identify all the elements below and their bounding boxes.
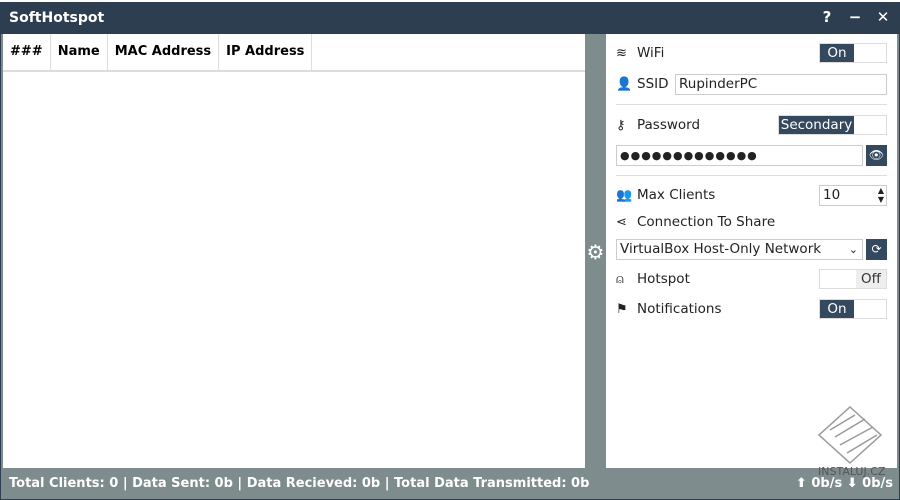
ssid-label: SSID (637, 76, 669, 92)
broadcast-icon: ⍝ (616, 271, 624, 287)
settings-panel: ≋ WiFi On 👤 SSID RupinderPC ⚷ Password S… (606, 34, 897, 468)
divider (616, 104, 887, 105)
status-summary: Total Clients: 0 | Data Sent: 0b | Data … (9, 476, 590, 491)
window-title: SoftHotspot (9, 10, 105, 26)
gear-icon[interactable]: ⚙ (586, 240, 605, 264)
wifi-row: ≋ WiFi On (616, 42, 887, 64)
hotspot-label: Hotspot (637, 271, 690, 287)
upload-rate: 0b/s (811, 476, 843, 491)
column-header-name[interactable]: Name (51, 34, 108, 70)
connection-row: ⋖ Connection To Share (616, 211, 887, 233)
notifications-row: ⚑ Notifications On (616, 298, 887, 320)
watermark-text: INSTALUJ.CZ (818, 465, 886, 478)
wifi-icon: ≋ (616, 45, 627, 61)
column-header-index[interactable]: ### (3, 34, 51, 70)
max-clients-value: 10 (823, 186, 841, 203)
notifications-label: Notifications (637, 301, 722, 317)
hotspot-toggle[interactable]: Off (819, 269, 887, 289)
password-mode-state: Secondary (779, 116, 854, 134)
table-header: ### Name MAC Address IP Address (3, 34, 585, 72)
divider (616, 175, 887, 176)
close-button[interactable]: ✕ (873, 8, 893, 28)
clients-table: ### Name MAC Address IP Address (3, 34, 585, 468)
hotspot-toggle-state: Off (856, 270, 886, 288)
notifications-toggle[interactable]: On (819, 299, 887, 319)
connection-label: Connection To Share (637, 214, 776, 230)
password-input[interactable]: ●●●●●●●●●●●●● (616, 145, 863, 166)
status-bar: Total Clients: 0 | Data Sent: 0b | Data … (1, 468, 899, 499)
column-header-ip[interactable]: IP Address (219, 34, 313, 70)
connection-selected: VirtualBox Host-Only Network (620, 241, 822, 257)
connection-select[interactable]: VirtualBox Host-Only Network ⌄ (616, 239, 863, 260)
ssid-row: 👤 SSID RupinderPC (616, 73, 887, 95)
help-button[interactable]: ? (817, 8, 837, 28)
stepper-arrows-icon[interactable]: ▲ ▼ (878, 186, 884, 204)
transfer-rates: ⬆ 0b/s ⬇ 0b/s (796, 476, 893, 491)
key-icon: ⚷ (616, 117, 626, 133)
share-icon: ⋖ (616, 214, 627, 230)
wifi-toggle-state: On (820, 44, 854, 62)
download-arrow-icon: ⬇ (846, 476, 858, 491)
title-bar: SoftHotspot ? − ✕ (1, 3, 899, 34)
password-mode-toggle[interactable]: Secondary (778, 115, 887, 135)
column-header-mac[interactable]: MAC Address (108, 34, 220, 70)
password-label: Password (637, 117, 701, 133)
download-rate: 0b/s (862, 476, 893, 491)
user-icon: 👤 (616, 76, 633, 92)
upload-arrow-icon: ⬆ (795, 476, 807, 491)
refresh-icon[interactable]: ⟳ (866, 239, 887, 260)
wifi-label: WiFi (637, 45, 665, 61)
flag-icon: ⚑ (616, 301, 628, 317)
show-password-eye-icon[interactable]: 👁 (866, 145, 887, 166)
password-row: ⚷ Password Secondary (616, 114, 887, 136)
hotspot-row: ⍝ Hotspot Off (616, 268, 887, 290)
app-window: SoftHotspot ? − ✕ ### Name MAC Address I… (0, 2, 900, 500)
users-icon: 👥 (616, 187, 633, 203)
notifications-toggle-state: On (820, 300, 854, 318)
watermark-logo (817, 405, 883, 465)
max-clients-label: Max Clients (637, 187, 716, 203)
max-clients-stepper[interactable]: 10 ▲ ▼ (819, 184, 887, 206)
wifi-toggle[interactable]: On (819, 43, 887, 63)
minimize-button[interactable]: − (845, 8, 865, 28)
ssid-input[interactable]: RupinderPC (675, 73, 887, 95)
max-clients-row: 👥 Max Clients 10 ▲ ▼ (616, 184, 887, 206)
panel-splitter[interactable]: ⚙ (586, 34, 605, 468)
chevron-down-icon: ⌄ (848, 243, 858, 256)
